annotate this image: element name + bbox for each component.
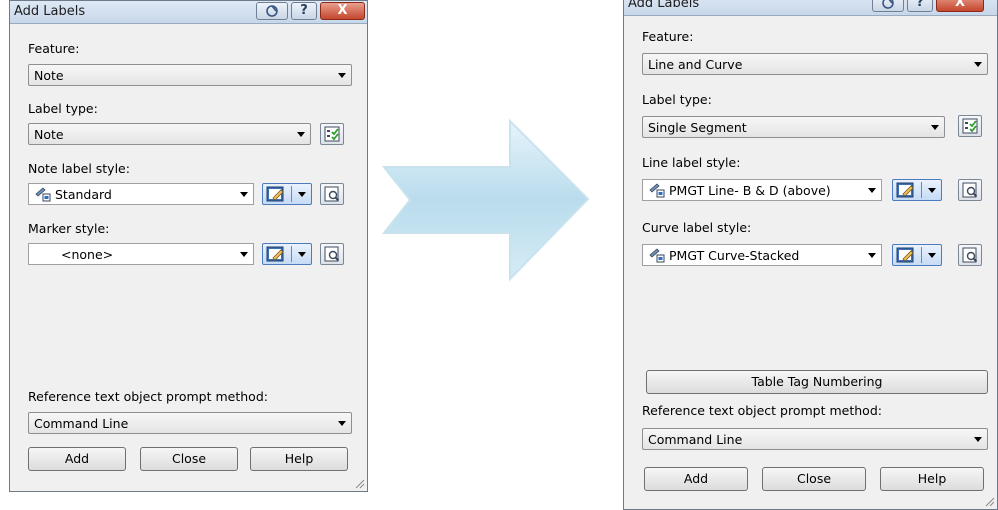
left-style1-edit-button[interactable] xyxy=(262,183,312,205)
left-feature-value: Note xyxy=(34,68,64,83)
separator xyxy=(921,247,922,263)
chevron-down-icon xyxy=(974,437,982,442)
left-label-type-button[interactable] xyxy=(320,123,344,145)
pin-icon xyxy=(882,0,894,9)
left-prompt-value: Command Line xyxy=(34,416,129,431)
left-style2-edit-button[interactable] xyxy=(262,243,312,265)
right-feature-label: Feature: xyxy=(642,29,694,44)
right-prompt-select[interactable]: Command Line xyxy=(642,428,988,450)
left-style2-preview-button[interactable] xyxy=(320,243,344,265)
resize-grip-icon[interactable] xyxy=(983,495,995,507)
left-style2-select[interactable]: <none> xyxy=(28,243,254,265)
left-pin-button[interactable] xyxy=(256,2,288,20)
left-prompt-label: Reference text object prompt method: xyxy=(28,389,268,404)
left-label-type-value: Note xyxy=(34,127,64,142)
edit-style-icon xyxy=(896,182,914,198)
chevron-down-icon xyxy=(298,192,306,197)
right-style2-edit-button[interactable] xyxy=(892,244,942,266)
left-close-button[interactable]: Close xyxy=(140,447,238,471)
chevron-down-icon xyxy=(868,188,876,193)
preview-icon xyxy=(962,182,978,198)
left-style2-value: <none> xyxy=(61,247,114,262)
left-dialog: Add Labels ? X Feature: Note Label type:… xyxy=(9,0,368,492)
right-style2-select[interactable]: PMGT Curve-Stacked xyxy=(642,244,882,266)
resize-grip-icon[interactable] xyxy=(353,477,365,489)
left-close-title-button[interactable]: X xyxy=(320,2,365,20)
chevron-down-icon xyxy=(928,253,936,258)
right-style1-value: PMGT Line- B & D (above) xyxy=(669,183,831,198)
style-icon xyxy=(649,248,665,263)
right-dialog: Add Labels ? X Feature: Line and Curve L… xyxy=(623,0,998,510)
left-feature-select[interactable]: Note xyxy=(28,64,352,86)
chevron-down-icon xyxy=(931,125,939,130)
right-style1-preview-button[interactable] xyxy=(958,179,982,201)
edit-style-icon xyxy=(266,246,284,262)
right-style2-preview-button[interactable] xyxy=(958,244,982,266)
left-help-button[interactable]: Help xyxy=(250,447,348,471)
label-type-icon xyxy=(324,126,340,142)
right-label-type-label: Label type: xyxy=(642,92,712,107)
right-label-type-button[interactable] xyxy=(958,115,982,137)
left-titlebar[interactable]: Add Labels ? X xyxy=(10,1,367,24)
left-label-type-label: Label type: xyxy=(28,101,98,116)
label-type-icon xyxy=(962,118,978,134)
chevron-down-icon xyxy=(928,188,936,193)
table-tag-numbering-button[interactable]: Table Tag Numbering xyxy=(646,370,988,394)
preview-icon xyxy=(962,247,978,263)
preview-icon xyxy=(324,246,340,262)
left-style2-label: Marker style: xyxy=(28,221,110,236)
style-icon xyxy=(649,183,665,198)
edit-style-icon xyxy=(896,247,914,263)
left-help-title-button[interactable]: ? xyxy=(291,2,317,20)
chevron-down-icon xyxy=(297,132,305,137)
chevron-down-icon xyxy=(338,73,346,78)
edit-style-icon xyxy=(266,186,284,202)
arrow-icon xyxy=(382,118,590,282)
right-close-title-button[interactable]: X xyxy=(936,0,984,12)
chevron-down-icon xyxy=(338,421,346,426)
right-add-button[interactable]: Add xyxy=(644,467,748,491)
right-style1-edit-button[interactable] xyxy=(892,179,942,201)
right-close-button[interactable]: Close xyxy=(762,467,866,491)
chevron-down-icon xyxy=(868,253,876,258)
right-titlebar[interactable]: Add Labels ? X xyxy=(624,0,997,16)
right-style1-select[interactable]: PMGT Line- B & D (above) xyxy=(642,179,882,201)
chevron-down-icon xyxy=(240,192,248,197)
left-add-button[interactable]: Add xyxy=(28,447,126,471)
left-dialog-title: Add Labels xyxy=(14,4,86,19)
chevron-down-icon xyxy=(974,62,982,67)
left-prompt-select[interactable]: Command Line xyxy=(28,412,352,434)
right-help-title-button[interactable]: ? xyxy=(907,0,933,12)
right-feature-select[interactable]: Line and Curve xyxy=(642,53,988,75)
right-prompt-value: Command Line xyxy=(648,432,743,447)
right-label-type-value: Single Segment xyxy=(648,120,747,135)
left-style1-select[interactable]: Standard xyxy=(28,183,254,205)
left-style1-preview-button[interactable] xyxy=(320,183,344,205)
pin-icon xyxy=(266,5,278,17)
style-icon xyxy=(35,187,51,202)
left-label-type-select[interactable]: Note xyxy=(28,123,311,145)
right-prompt-label: Reference text object prompt method: xyxy=(642,403,882,418)
separator xyxy=(921,182,922,198)
right-style2-label: Curve label style: xyxy=(642,220,752,235)
preview-icon xyxy=(324,186,340,202)
right-label-type-select[interactable]: Single Segment xyxy=(642,116,945,138)
left-feature-label: Feature: xyxy=(28,41,80,56)
right-style1-label: Line label style: xyxy=(642,155,741,170)
separator xyxy=(291,186,292,202)
right-help-button[interactable]: Help xyxy=(880,467,984,491)
left-style1-label: Note label style: xyxy=(28,161,130,176)
chevron-down-icon xyxy=(240,252,248,257)
chevron-down-icon xyxy=(298,252,306,257)
right-feature-value: Line and Curve xyxy=(648,57,743,72)
separator xyxy=(291,246,292,262)
left-style1-value: Standard xyxy=(55,187,112,202)
right-style2-value: PMGT Curve-Stacked xyxy=(669,248,800,263)
right-dialog-title: Add Labels xyxy=(628,0,700,11)
right-pin-button[interactable] xyxy=(872,0,904,12)
